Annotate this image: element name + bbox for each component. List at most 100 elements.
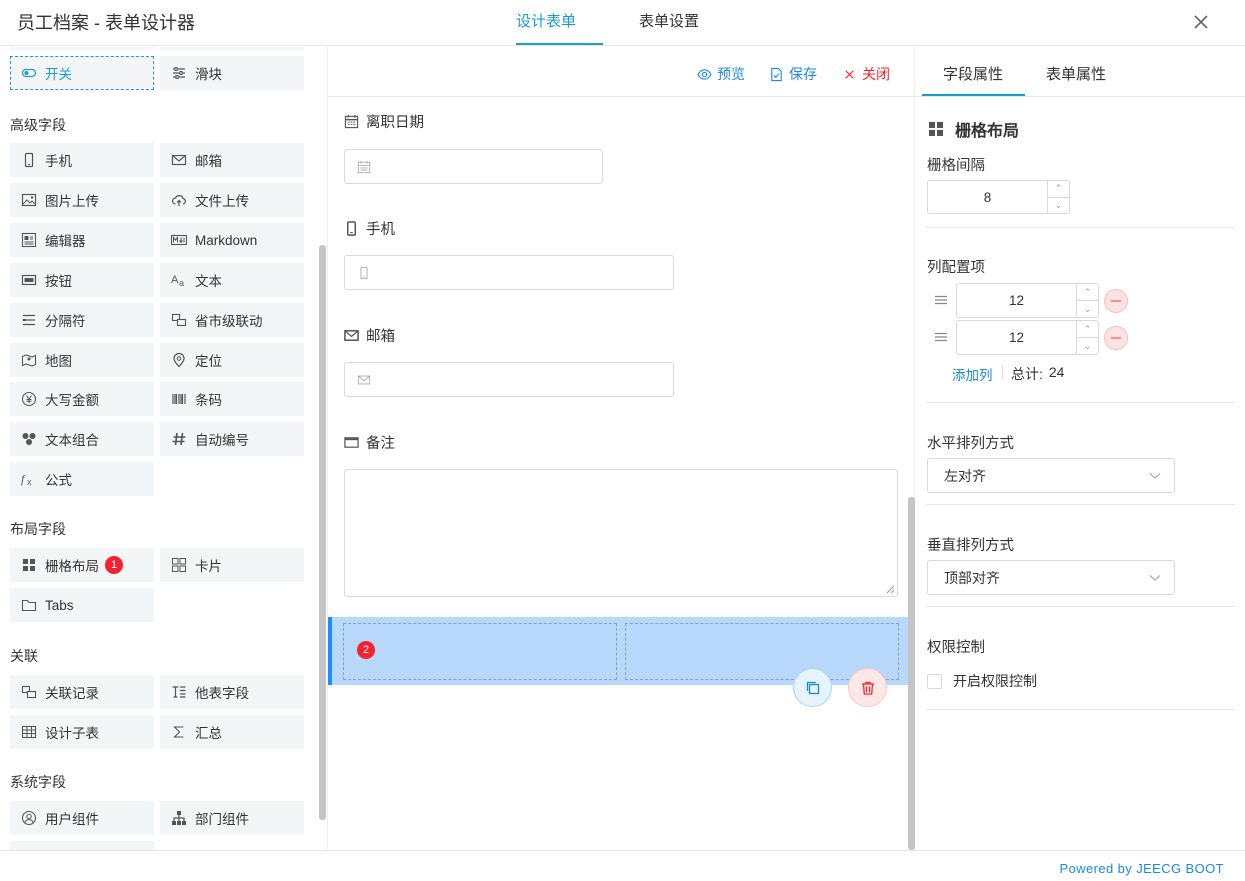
palette-item-other-table-field[interactable]: 他表字段 (160, 675, 304, 709)
phone-icon (357, 266, 371, 280)
table-icon (21, 724, 37, 740)
grid-icon (928, 121, 944, 137)
chevron-down-icon[interactable]: ⌄ (1048, 196, 1069, 214)
palette-item-amount-uppercase[interactable]: 大写金额 (10, 382, 154, 416)
tab-design-form[interactable]: 设计表单 (516, 10, 576, 31)
tab-form-properties[interactable]: 表单属性 (1046, 63, 1106, 84)
palette-item-text-group[interactable]: 文本组合 (10, 422, 154, 456)
palette-item-phone[interactable]: 手机 (10, 143, 154, 177)
justify-select[interactable]: 左对齐 (927, 458, 1175, 493)
card-icon (171, 557, 187, 573)
minus-icon (1111, 300, 1121, 302)
delete-widget-button[interactable] (848, 668, 887, 707)
palette-item-email[interactable]: 邮箱 (160, 143, 304, 177)
resize-grip-icon[interactable] (886, 585, 895, 594)
chevron-down-icon[interactable]: ⌄ (1077, 337, 1098, 354)
component-title: 栅格布局 (955, 123, 1020, 140)
gutter-value: 8 (983, 189, 992, 205)
editor-icon (21, 232, 37, 248)
palette-item-divider[interactable]: 分隔符 (10, 303, 154, 337)
palette-item-grid-layout[interactable]: 栅格布局 1 (10, 548, 154, 582)
palette-item-switch[interactable]: 开关 (10, 56, 154, 90)
phone-input[interactable] (344, 255, 674, 290)
powered-by-link[interactable]: Powered by JEECG BOOT (1060, 861, 1224, 876)
palette-item-image-upload[interactable]: 图片上传 (10, 183, 154, 217)
image-icon (21, 192, 37, 208)
date-picker-input[interactable] (344, 149, 603, 184)
palette-item-tabs[interactable]: Tabs (10, 588, 154, 622)
chevron-up-icon[interactable]: ⌃ (1048, 181, 1069, 197)
slider-icon (171, 65, 187, 81)
palette-item-summary[interactable]: 汇总 (160, 715, 304, 749)
field-label-phone: 手机 (344, 218, 395, 239)
chevron-up-icon[interactable]: ⌃ (1077, 284, 1098, 300)
canvas-scrollbar[interactable] (908, 497, 915, 850)
column-span-input[interactable]: 12 ⌃ ⌄ (956, 283, 1099, 318)
close-label: 关闭 (862, 66, 890, 82)
column-span-value: 12 (1008, 330, 1025, 345)
drag-handle-icon[interactable] (934, 330, 948, 344)
palette-item-editor[interactable]: 编辑器 (10, 223, 154, 257)
grid-icon (21, 557, 37, 573)
palette-item-card[interactable]: 卡片 (160, 548, 304, 582)
palette-item-label: 自动编号 (195, 433, 249, 448)
tabs-icon (21, 597, 37, 613)
gutter-number-input[interactable]: 8 ⌃ ⌄ (927, 180, 1070, 214)
divider-icon (21, 312, 37, 328)
palette-item-sub-table[interactable]: 设计子表 (10, 715, 154, 749)
palette-item-user[interactable]: 用户组件 (10, 801, 154, 835)
copy-widget-button[interactable] (793, 668, 832, 707)
palette-item-label: 编辑器 (45, 234, 86, 249)
align-label: 垂直排列方式 (927, 538, 1014, 554)
save-button[interactable]: 保存 (769, 64, 817, 84)
tab-field-properties[interactable]: 字段属性 (943, 63, 1003, 84)
palette-item-label: 文本组合 (45, 433, 99, 448)
column-span-input[interactable]: 12 ⌃ ⌄ (956, 320, 1099, 355)
drag-handle-icon[interactable] (934, 293, 948, 307)
chevron-down-icon[interactable]: ⌄ (1077, 300, 1098, 317)
palette-item-text[interactable]: Aa 文本 (160, 263, 304, 297)
add-column-link[interactable]: 添加列 (952, 364, 993, 384)
preview-button[interactable]: 预览 (697, 64, 745, 84)
palette-item-label: 关联记录 (45, 686, 99, 701)
permission-checkbox[interactable] (927, 673, 942, 689)
palette-item-label: 栅格布局 (45, 559, 99, 574)
palette-item-file-upload[interactable]: 文件上传 (160, 183, 304, 217)
palette-item-label: 开关 (45, 67, 72, 82)
remove-column-button[interactable] (1104, 289, 1128, 313)
tab-form-settings[interactable]: 表单设置 (639, 10, 699, 31)
palette-item-link-record[interactable]: 关联记录 (10, 675, 154, 709)
total-value: 24 (1048, 364, 1065, 380)
field-label-text: 离职日期 (366, 115, 424, 131)
palette-item-department[interactable]: 部门组件 (160, 801, 304, 835)
close-button[interactable]: 关闭 (842, 64, 890, 84)
org-chart-icon (171, 810, 187, 826)
close-icon[interactable] (1190, 11, 1212, 33)
remove-column-button[interactable] (1104, 326, 1128, 350)
palette-item-barcode[interactable]: 条码 (160, 382, 304, 416)
mail-icon (357, 373, 371, 387)
permission-checkbox-row[interactable]: 开启权限控制 (927, 671, 1037, 691)
palette-item-label: 分隔符 (45, 314, 86, 329)
palette-item-label: 卡片 (195, 559, 222, 574)
palette-item-map[interactable]: 地图 (10, 343, 154, 377)
grid-column[interactable]: 2 (343, 623, 617, 680)
palette-scrollbar[interactable] (319, 245, 326, 820)
field-label-text: 邮箱 (366, 329, 395, 345)
permission-label: 权限控制 (927, 640, 985, 656)
palette-item-markdown[interactable]: Markdown (160, 223, 304, 257)
palette-item-region-cascade[interactable]: 省市级联动 (160, 303, 304, 337)
palette-item-button[interactable]: 按钮 (10, 263, 154, 297)
markdown-icon (171, 232, 187, 248)
palette-item-label: 设计子表 (45, 726, 99, 741)
align-select[interactable]: 顶部对齐 (927, 560, 1175, 595)
palette-item-auto-number[interactable]: 自动编号 (160, 422, 304, 456)
palette-item-slider[interactable]: 滑块 (160, 56, 304, 90)
chevron-up-icon[interactable]: ⌃ (1077, 321, 1098, 337)
email-input[interactable] (344, 362, 674, 397)
columns-label: 列配置项 (927, 260, 985, 276)
palette-item-formula[interactable]: fx 公式 (10, 462, 154, 496)
palette-item-location[interactable]: 定位 (160, 343, 304, 377)
map-icon (21, 352, 37, 368)
remark-textarea[interactable] (344, 469, 898, 597)
